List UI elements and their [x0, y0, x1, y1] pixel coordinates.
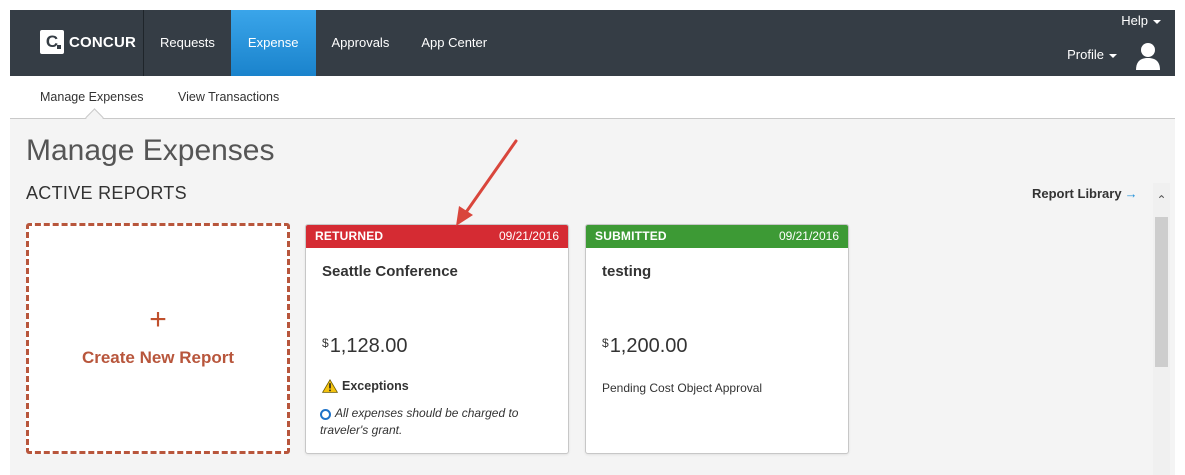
- profile-label: Profile: [1067, 47, 1104, 62]
- info-circle-icon: [320, 409, 331, 420]
- report-amount: $1,200.00: [602, 335, 688, 358]
- status-badge: SUBMITTED: [595, 229, 667, 243]
- subnav-view-transactions[interactable]: View Transactions: [178, 90, 279, 104]
- report-card-header: RETURNED 09/21/2016: [306, 225, 568, 248]
- help-menu[interactable]: Help: [1121, 13, 1161, 28]
- report-name: Seattle Conference: [322, 263, 458, 280]
- status-badge: RETURNED: [315, 229, 384, 243]
- top-navigation-bar: C CONCUR Requests Expense Approvals App …: [10, 10, 1175, 76]
- active-tab-pointer: [85, 108, 104, 127]
- chevron-down-icon: [1153, 19, 1161, 24]
- plus-icon: +: [149, 303, 167, 336]
- exception-message: All expenses should be charged to travel…: [320, 405, 550, 439]
- report-library-link[interactable]: Report Library →: [1032, 186, 1138, 201]
- nav-approvals[interactable]: Approvals: [316, 10, 406, 76]
- report-library-label: Report Library: [1032, 186, 1122, 201]
- concur-logo[interactable]: C CONCUR: [40, 30, 136, 54]
- main-nav: Requests Expense Approvals App Center: [144, 10, 503, 76]
- exceptions-indicator[interactable]: Exceptions: [322, 379, 409, 393]
- report-card-testing[interactable]: SUBMITTED 09/21/2016 testing $1,200.00 P…: [585, 224, 849, 454]
- concur-logo-text: CONCUR: [69, 33, 137, 51]
- report-date: 09/21/2016: [498, 229, 559, 243]
- page-title: Manage Expenses: [26, 134, 275, 167]
- report-name: testing: [602, 263, 652, 280]
- active-reports-heading: ACTIVE REPORTS: [26, 183, 187, 203]
- help-label: Help: [1121, 13, 1148, 28]
- report-card-header: SUBMITTED 09/21/2016: [586, 225, 848, 248]
- chevron-down-icon: [1109, 53, 1117, 58]
- nav-requests[interactable]: Requests: [144, 10, 231, 76]
- currency-symbol: $: [322, 336, 329, 350]
- exceptions-label: Exceptions: [342, 379, 409, 393]
- report-amount: $1,128.00: [322, 335, 408, 358]
- scroll-up-icon[interactable]: ⌃: [1153, 183, 1170, 215]
- report-card-seattle-conference[interactable]: RETURNED 09/21/2016 Seattle Conference $…: [305, 224, 569, 454]
- concur-logo-icon: C: [40, 30, 64, 54]
- vertical-scrollbar[interactable]: ⌃: [1153, 183, 1170, 475]
- app-frame: C CONCUR Requests Expense Approvals App …: [10, 10, 1175, 475]
- nav-app-center[interactable]: App Center: [405, 10, 503, 76]
- exception-message-text: All expenses should be charged to travel…: [320, 406, 519, 437]
- report-date: 09/21/2016: [778, 229, 839, 243]
- amount-value: 1,200.00: [609, 335, 688, 357]
- subnav-manage-expenses[interactable]: Manage Expenses: [40, 90, 144, 104]
- user-avatar-icon[interactable]: [1135, 41, 1161, 71]
- annotation-arrow-icon: [456, 139, 518, 226]
- amount-value: 1,128.00: [329, 335, 408, 357]
- scrollbar-thumb[interactable]: [1155, 217, 1168, 367]
- warning-icon: [322, 379, 338, 393]
- create-new-report-label: Create New Report: [81, 348, 235, 367]
- create-new-report-card[interactable]: + Create New Report: [26, 223, 290, 454]
- nav-expense[interactable]: Expense: [230, 10, 316, 76]
- profile-menu[interactable]: Profile: [1067, 47, 1117, 62]
- currency-symbol: $: [602, 336, 609, 350]
- approval-status-text: Pending Cost Object Approval: [602, 381, 763, 395]
- arrow-right-icon: →: [1124, 186, 1138, 201]
- sub-navigation: Manage Expenses View Transactions: [10, 76, 1175, 127]
